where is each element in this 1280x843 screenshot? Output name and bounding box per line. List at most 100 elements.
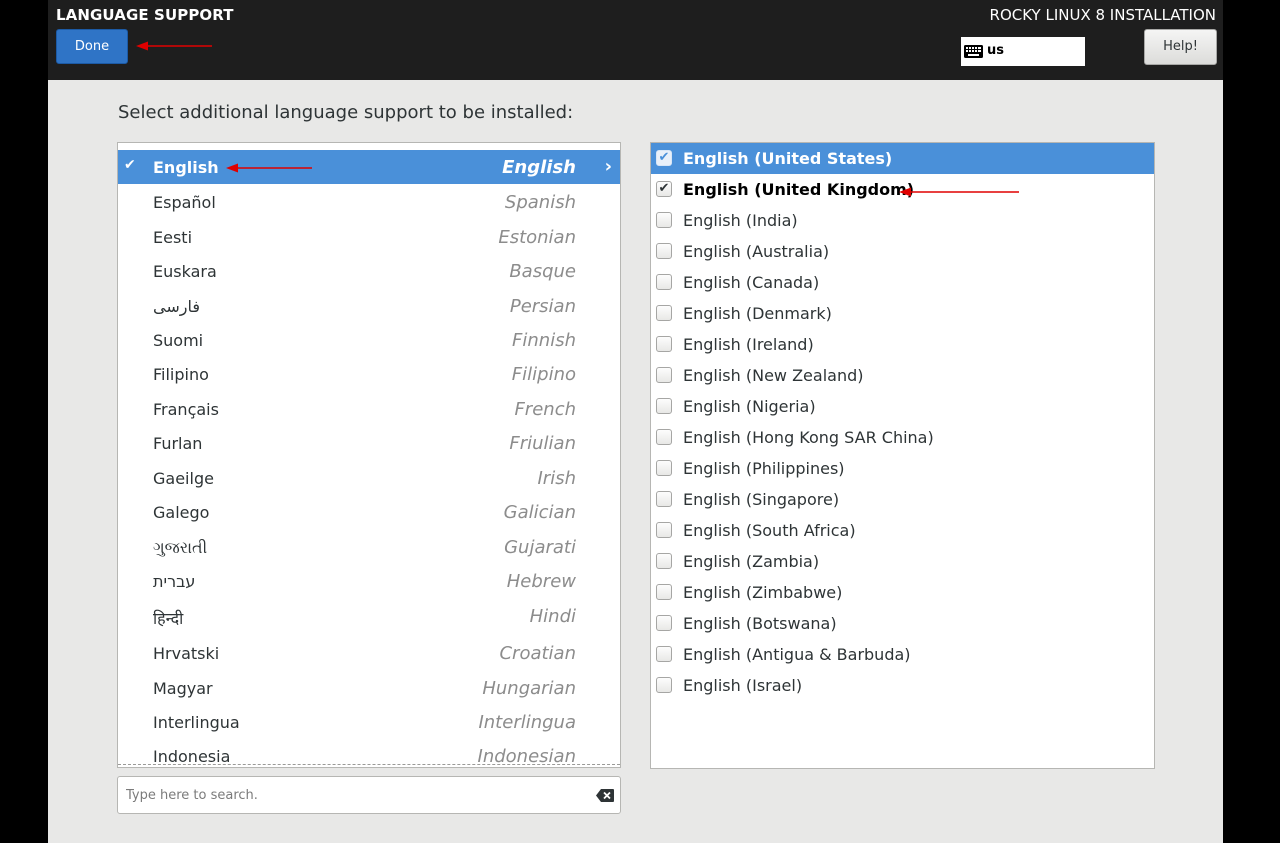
spoke-title: LANGUAGE SUPPORT [56,6,234,24]
locale-checkbox[interactable] [656,336,672,352]
language-row[interactable]: Hrvatski Croatian [118,636,620,670]
locale-label: English (United Kingdom) [683,180,915,199]
language-english-name: English [502,157,576,178]
language-native-name: Suomi [153,331,204,350]
locale-row[interactable]: English (Nigeria) [651,391,1154,422]
language-native-name: עברית [153,572,196,591]
page-prompt: Select additional language support to be… [118,102,574,123]
locale-checkbox[interactable]: ✔ [656,150,672,166]
language-native-name: Gaeilge [153,469,214,488]
language-english-name: Gujarati [504,537,576,558]
language-native-name: Indonesia [153,747,231,766]
locale-checkbox[interactable]: ✔ [656,181,672,197]
locale-checkbox[interactable] [656,212,672,228]
language-native-name: Galego [153,503,210,522]
locale-row[interactable]: ✔ English (United States) [651,143,1154,174]
keyboard-layout-label: us [987,43,1004,58]
language-native-name: فارسی [153,297,200,316]
language-row[interactable]: Gaeilge Irish [118,461,620,495]
language-native-name: Hrvatski [153,644,220,663]
language-english-name: Basque [509,261,576,282]
language-row[interactable]: ✔ English English › [118,150,620,184]
locale-row[interactable]: English (Australia) [651,236,1154,267]
language-native-name: Magyar [153,679,213,698]
locale-checkbox[interactable] [656,522,672,538]
locale-checkbox[interactable] [656,553,672,569]
language-row[interactable]: हिन्दी Hindi [118,599,620,633]
locale-label: English (New Zealand) [683,366,864,385]
locale-checkbox[interactable] [656,398,672,414]
locale-checkbox[interactable] [656,367,672,383]
language-row[interactable]: Indonesia Indonesian [118,739,620,767]
language-row[interactable]: Galego Galician [118,495,620,529]
locale-row[interactable]: English (Israel) [651,670,1154,701]
language-native-name: Furlan [153,434,203,453]
language-english-name: Filipino [511,364,576,385]
language-row[interactable]: فارسی Persian [118,289,620,323]
locale-row[interactable]: English (Zimbabwe) [651,577,1154,608]
locale-checkbox[interactable] [656,243,672,259]
locale-label: English (Zimbabwe) [683,583,843,602]
language-list[interactable]: ✔ English English › Español Spanish Eesti Eston… [117,142,621,768]
locale-label: English (Botswana) [683,614,837,633]
clear-icon[interactable] [596,789,614,802]
locale-row[interactable]: English (Philippines) [651,453,1154,484]
locale-label: English (Israel) [683,676,803,695]
done-button[interactable]: Done [56,29,128,64]
locale-checkbox[interactable] [656,615,672,631]
locale-label: English (United States) [683,149,893,168]
language-row[interactable]: Español Spanish [118,185,620,219]
locale-label: English (Ireland) [683,335,814,354]
locale-row[interactable]: English (Botswana) [651,608,1154,639]
language-english-name: Hindi [529,606,576,627]
locale-row[interactable]: English (Zambia) [651,546,1154,577]
language-english-name: French [514,399,576,420]
language-english-name: Spanish [504,192,576,213]
locale-row[interactable]: English (Ireland) [651,329,1154,360]
locale-checkbox[interactable] [656,274,672,290]
language-row[interactable]: Suomi Finnish [118,323,620,357]
locale-checkbox[interactable] [656,429,672,445]
language-english-name: Finnish [512,330,576,351]
language-row[interactable]: עברית Hebrew [118,564,620,598]
language-english-name: Hebrew [506,571,576,592]
locale-row[interactable]: English (Singapore) [651,484,1154,515]
locale-row[interactable]: English (Hong Kong SAR China) [651,422,1154,453]
locale-label: English (Australia) [683,242,830,261]
locale-checkbox[interactable] [656,305,672,321]
header-bar: LANGUAGE SUPPORT Done ROCKY LINUX 8 INST… [48,0,1223,80]
locale-checkbox[interactable] [656,677,672,693]
locale-row[interactable]: English (Antigua & Barbuda) [651,639,1154,670]
language-row[interactable]: Français French [118,392,620,426]
language-row[interactable]: Furlan Friulian [118,426,620,460]
keyboard-layout-indicator[interactable]: us [961,37,1085,66]
language-native-name: हिन्दी [153,609,184,628]
locale-label: English (Singapore) [683,490,840,509]
language-english-name: Persian [509,296,576,317]
language-row[interactable]: Filipino Filipino [118,357,620,391]
locale-label: English (Antigua & Barbuda) [683,645,911,664]
locale-row[interactable]: English (India) [651,205,1154,236]
locale-row[interactable]: English (Denmark) [651,298,1154,329]
help-button[interactable]: Help! [1144,29,1217,65]
language-row[interactable]: Eesti Estonian [118,220,620,254]
language-row[interactable]: Euskara Basque [118,254,620,288]
search-input[interactable] [126,786,566,804]
language-row[interactable]: Magyar Hungarian [118,671,620,705]
language-native-name: Euskara [153,262,217,281]
locale-list[interactable]: ✔ English (United States) ✔ English (United… [650,142,1155,769]
language-row[interactable]: ગુજરાતી Gujarati [118,530,620,564]
locale-checkbox[interactable] [656,460,672,476]
language-search[interactable] [117,776,621,814]
language-native-name: ગુજરાતી [153,538,208,557]
locale-row[interactable]: English (Canada) [651,267,1154,298]
locale-row[interactable]: English (New Zealand) [651,360,1154,391]
language-row[interactable]: Interlingua Interlingua [118,705,620,739]
language-english-name: Irish [537,468,577,489]
language-english-name: Indonesian [477,746,576,767]
locale-row[interactable]: English (South Africa) [651,515,1154,546]
locale-checkbox[interactable] [656,491,672,507]
annotation-arrow-language [226,163,312,173]
locale-checkbox[interactable] [656,646,672,662]
locale-checkbox[interactable] [656,584,672,600]
